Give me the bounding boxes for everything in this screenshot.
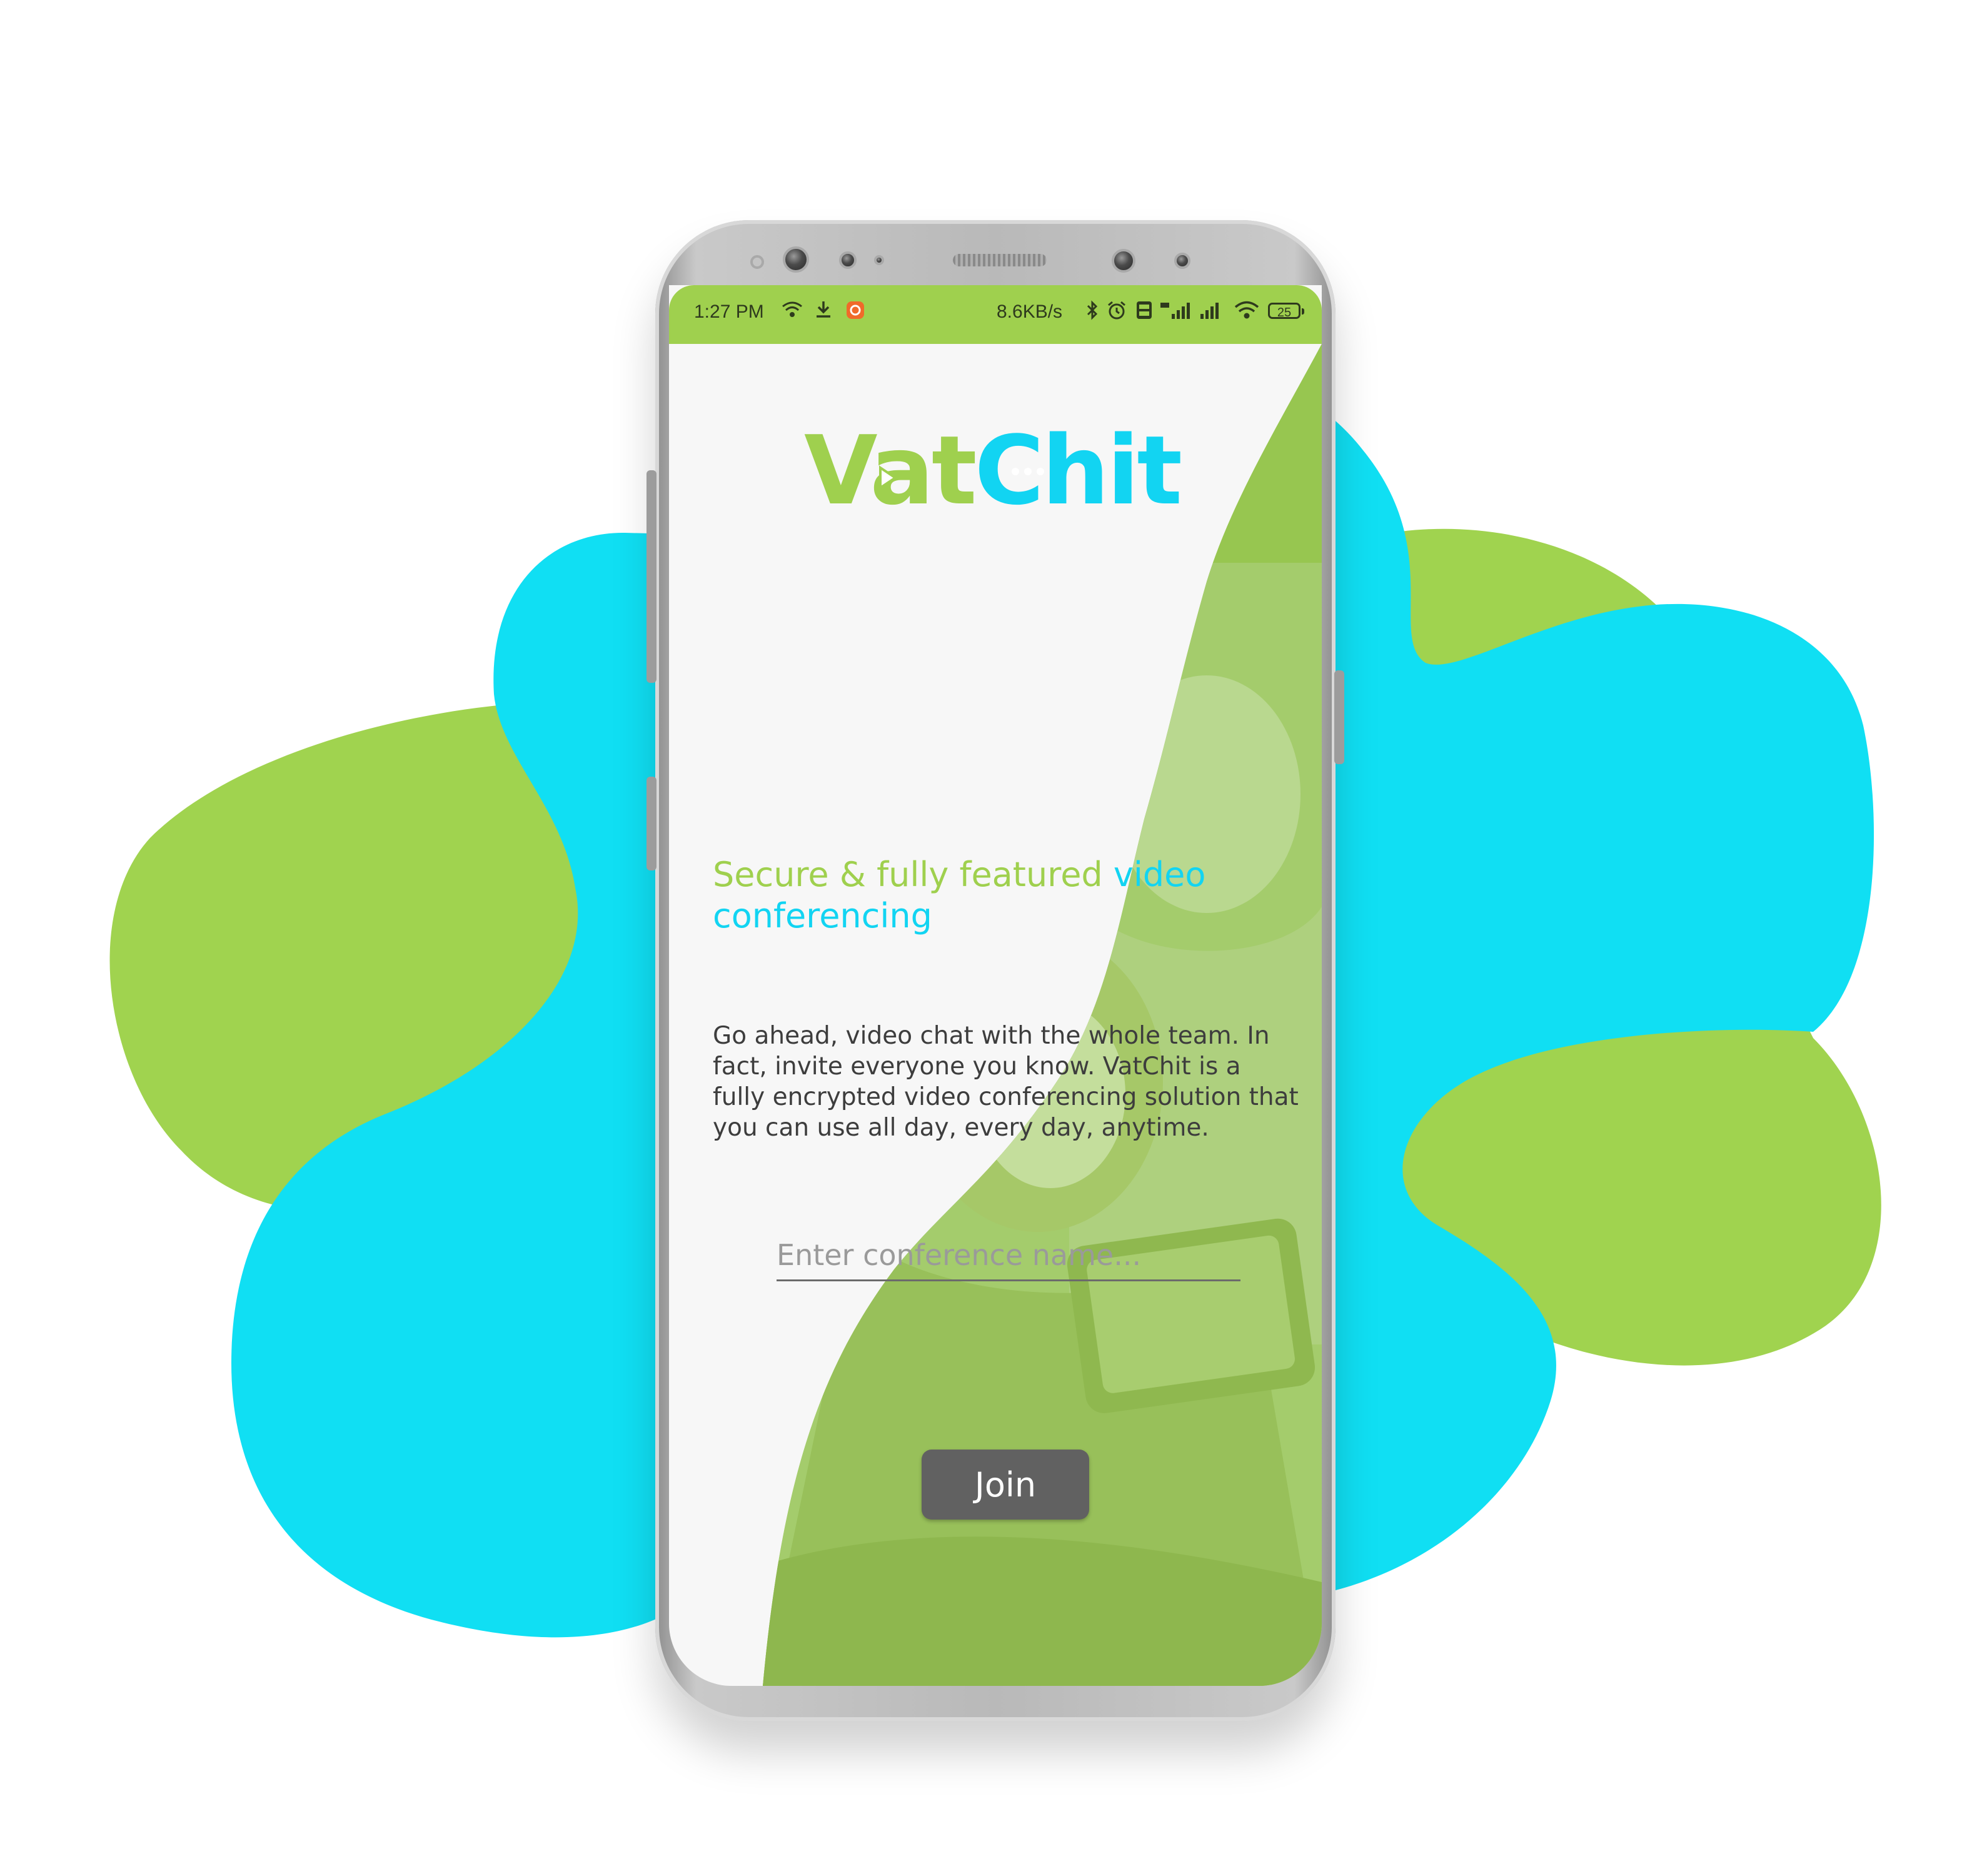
join-button[interactable]: Join xyxy=(922,1450,1089,1520)
download-icon xyxy=(814,300,833,325)
conference-name-input[interactable] xyxy=(777,1231,1240,1281)
iris-scanner-icon xyxy=(1112,249,1135,273)
status-time: 1:27 PM xyxy=(694,301,764,322)
wifi-icon xyxy=(782,300,803,325)
volte-icon xyxy=(1135,300,1153,326)
status-bar: 1:27 PM 8.6KB/s 25 xyxy=(669,285,1322,344)
sensor-icon xyxy=(839,251,857,269)
phone-frame: 1:27 PM 8.6KB/s 25 VatChit Secure & full… xyxy=(646,220,1344,1721)
signal-icon xyxy=(1198,300,1223,326)
chat-dots-icon xyxy=(1012,468,1044,475)
app-notification-icon xyxy=(845,300,865,326)
phone-screen: 1:27 PM 8.6KB/s 25 VatChit Secure & full… xyxy=(669,285,1322,1686)
play-icon xyxy=(879,465,898,490)
logo-text-t: t xyxy=(931,415,977,526)
logo-text-va: Va xyxy=(804,415,934,526)
headline-green: Secure & fully featured xyxy=(713,855,1114,894)
signal-icon xyxy=(1159,300,1192,326)
proximity-sensor xyxy=(750,255,764,269)
bluetooth-icon xyxy=(1085,300,1099,326)
logo-text-chit: Chit xyxy=(974,415,1183,526)
mockup-stage: 1:27 PM 8.6KB/s 25 VatChit Secure & full… xyxy=(0,0,1962,1876)
flash-sensor-icon xyxy=(1174,253,1190,269)
network-speed: 8.6KB/s xyxy=(997,301,1063,322)
power-button xyxy=(1334,670,1344,764)
wifi-icon xyxy=(1234,300,1259,326)
volume-down-button xyxy=(646,777,657,870)
earpiece-speaker xyxy=(953,254,1047,266)
battery-icon: 25 xyxy=(1268,303,1304,320)
sensor-dot-icon xyxy=(874,255,884,265)
volume-up-button xyxy=(646,470,657,683)
description-text: Go ahead, video chat with the whole team… xyxy=(713,1022,1299,1142)
top-bezel xyxy=(655,220,1336,289)
vatchit-logo: VatChit xyxy=(804,423,1182,518)
headline: Secure & fully featured video conferenci… xyxy=(713,854,1225,937)
alarm-icon xyxy=(1107,300,1127,326)
front-camera-icon xyxy=(783,246,809,273)
